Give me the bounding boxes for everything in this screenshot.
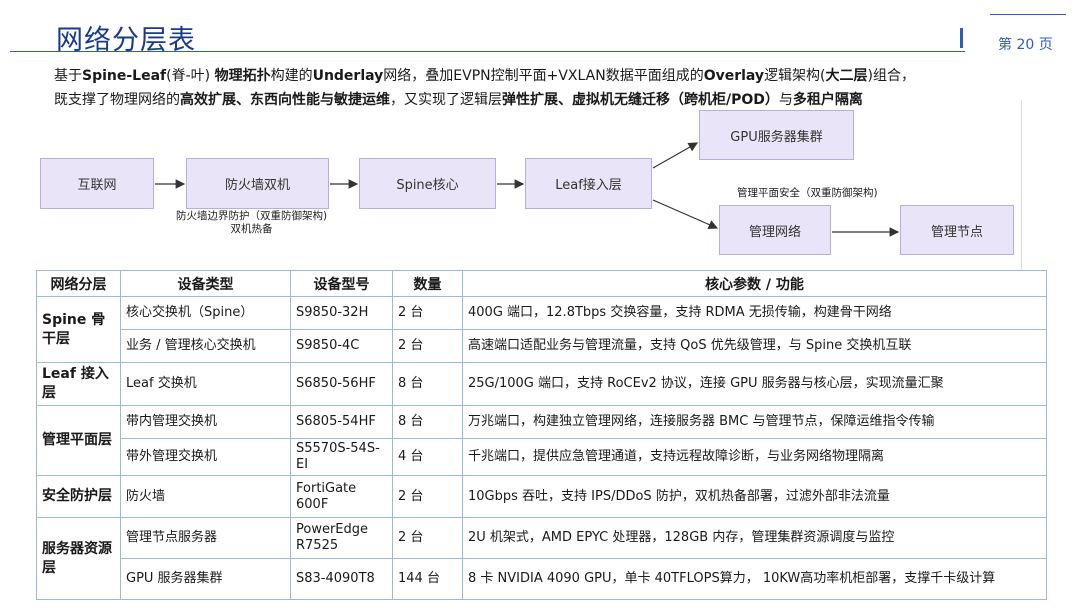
- intro-line-1: 基于Spine-Leaf(脊-叶) 物理拓扑构建的Underlay网络，叠加EV…: [54, 64, 1054, 88]
- quantity-cell: 144 台: [392, 558, 463, 600]
- table-header-row: 网络分层 设备类型 设备型号 数量 核心参数 / 功能: [36, 270, 1047, 297]
- intro-text: )组合，: [867, 68, 915, 84]
- device-model-cell: FortiGate 600F: [290, 475, 393, 518]
- device-type-cell: 管理节点服务器: [120, 517, 291, 559]
- quantity-cell: 8 台: [392, 362, 463, 406]
- intro-text: ，又实现了逻辑层: [390, 92, 502, 108]
- intro-emphasis: Spine-Leaf: [82, 68, 167, 84]
- quantity-cell: 8 台: [392, 405, 463, 439]
- node-mgmt-network: 管理网络: [719, 205, 831, 255]
- device-model-cell: S6805-54HF: [290, 405, 393, 439]
- network-layer-table: 网络分层 设备类型 设备型号 数量 核心参数 / 功能 Spine 骨干层 核心…: [36, 270, 1047, 600]
- spec-cell: 8 卡 NVIDIA 4090 GPU，单卡 40TFLOPS算力， 10KW高…: [462, 558, 1047, 600]
- node-firewall: 防火墙双机: [186, 158, 329, 209]
- quantity-cell: 2 台: [392, 329, 463, 363]
- intro-text: 既支撑了物理网络的: [54, 92, 180, 108]
- diagram-right-divider: [1021, 100, 1022, 270]
- table-row: 业务 / 管理核心交换机 S9850-4C 2 台 高速端口适配业务与管理流量，…: [37, 329, 1047, 363]
- intro-text: 与: [778, 92, 793, 108]
- intro-emphasis: 多租户隔离: [792, 92, 863, 108]
- network-flow-diagram: 互联网 防火墙双机 Spine核心 Leaf接入层 GPU服务器集群 管理网络 …: [0, 110, 1080, 270]
- title-accent-bar: [960, 28, 963, 48]
- intro-text: 网络，叠加EVPN控制平面+VXLAN数据平面组成的: [383, 68, 704, 84]
- header-spec: 核心参数 / 功能: [462, 270, 1047, 297]
- header-layer: 网络分层: [36, 270, 121, 297]
- table-row: Spine 骨干层 核心交换机（Spine） S9850-32H 2 台 400…: [36, 296, 1047, 363]
- label-firewall-protection: 防火墙边界防护（双重防御架构) 双机热备: [176, 210, 328, 235]
- quantity-cell: 2 台: [392, 475, 463, 518]
- quantity-cell: 2 台: [392, 296, 463, 330]
- node-spine: Spine核心: [359, 158, 496, 209]
- device-type-cell: 防火墙: [120, 475, 291, 518]
- device-type-cell: 带内管理交换机: [120, 405, 291, 439]
- intro-text: 构建的: [270, 68, 313, 84]
- node-gpu-cluster: GPU服务器集群: [699, 110, 854, 160]
- layer-cell: 管理平面层: [36, 405, 121, 476]
- quantity-cell: 2 台: [392, 517, 463, 559]
- device-model-cell: S83-4090T8: [290, 558, 393, 600]
- page-number: 第 20 页: [998, 37, 1053, 53]
- arrow-leaf-gpu: [652, 142, 699, 169]
- table-row: 管理平面层 带内管理交换机 S6805-54HF 8 台 万兆端口，构建独立管理…: [36, 405, 1047, 476]
- intro-emphasis: 物理拓扑: [214, 68, 271, 84]
- layer-cell: 服务器资源层: [36, 517, 121, 600]
- intro-emphasis: 弹性扩展、虚拟机无缝迁移（跨机柜/POD）: [502, 92, 779, 108]
- node-leaf: Leaf接入层: [525, 158, 652, 209]
- page-number-rule: [990, 14, 1066, 15]
- table-row: 安全防护层 防火墙 FortiGate 600F 2 台 10Gbps 吞吐，支…: [36, 475, 1047, 518]
- table-row: Leaf 接入层 Leaf 交换机 S6850-56HF 8 台 25G/100…: [36, 362, 1047, 406]
- node-mgmt-node: 管理节点: [900, 205, 1014, 255]
- intro-line-2: 既支撑了物理网络的高效扩展、东西向性能与敏捷运维，又实现了逻辑层弹性扩展、虚拟机…: [54, 88, 1054, 112]
- device-model-cell: PowerEdge R7525: [290, 517, 393, 559]
- spec-cell: 2U 机架式，AMD EPYC 处理器，128GB 内存，管理集群资源调度与监控: [462, 517, 1047, 559]
- intro-text: 基于: [54, 68, 82, 84]
- title-underline: [10, 51, 965, 52]
- device-model-cell: S9850-4C: [290, 329, 393, 363]
- header-quantity: 数量: [392, 270, 463, 297]
- spec-cell: 高速端口适配业务与管理流量，支持 QoS 优先级管理，与 Spine 交换机互联: [462, 329, 1047, 363]
- device-type-cell: GPU 服务器集群: [120, 558, 291, 600]
- node-internet: 互联网: [40, 158, 154, 209]
- table-row: 带外管理交换机 S5570S-54S-EI 4 台 千兆端口，提供应急管理通道，…: [37, 438, 1047, 476]
- layer-cell: Leaf 接入层: [36, 362, 121, 406]
- header-device-type: 设备类型: [120, 270, 291, 297]
- intro-paragraph: 基于Spine-Leaf(脊-叶) 物理拓扑构建的Underlay网络，叠加EV…: [54, 64, 1054, 112]
- intro-emphasis: Underlay: [312, 68, 384, 84]
- intro-text: 逻辑架构(: [764, 68, 826, 84]
- intro-emphasis: 高效扩展、东西向性能与敏捷运维: [180, 92, 390, 108]
- intro-text: (脊-叶): [166, 68, 215, 84]
- quantity-cell: 4 台: [392, 438, 463, 476]
- device-type-cell: 带外管理交换机: [120, 438, 291, 476]
- layer-cell: 安全防护层: [36, 475, 121, 518]
- arrow-leaf-mgmt-network: [652, 199, 719, 230]
- spec-cell: 25G/100G 端口，支持 RoCEv2 协议，连接 GPU 服务器与核心层，…: [462, 362, 1047, 406]
- device-model-cell: S6850-56HF: [290, 362, 393, 406]
- spec-cell: 万兆端口，构建独立管理网络，连接服务器 BMC 与管理节点，保障运维指令传输: [462, 405, 1047, 439]
- table-row: GPU 服务器集群 S83-4090T8 144 台 8 卡 NVIDIA 40…: [37, 558, 1047, 600]
- table-row: 服务器资源层 管理节点服务器 PowerEdge R7525 2 台 2U 机架…: [36, 517, 1047, 600]
- header-device-model: 设备型号: [290, 270, 393, 297]
- device-type-cell: 核心交换机（Spine）: [120, 296, 291, 330]
- intro-emphasis: 大二层: [825, 68, 868, 84]
- label-mgmt-security: 管理平面安全（双重防御架构): [737, 187, 878, 199]
- device-type-cell: Leaf 交换机: [120, 362, 291, 406]
- device-model-cell: S9850-32H: [290, 296, 393, 330]
- spec-cell: 400G 端口，12.8Tbps 交换容量，支持 RDMA 无损传输，构建骨干网…: [462, 296, 1047, 330]
- layer-cell: Spine 骨干层: [36, 296, 121, 363]
- spec-cell: 10Gbps 吞吐，支持 IPS/DDoS 防护，双机热备部署，过滤外部非法流量: [462, 475, 1047, 518]
- spec-cell: 千兆端口，提供应急管理通道，支持远程故障诊断，与业务网络物理隔离: [462, 438, 1047, 476]
- device-type-cell: 业务 / 管理核心交换机: [120, 329, 291, 363]
- intro-emphasis: Overlay: [703, 68, 765, 84]
- device-model-cell: S5570S-54S-EI: [290, 438, 393, 476]
